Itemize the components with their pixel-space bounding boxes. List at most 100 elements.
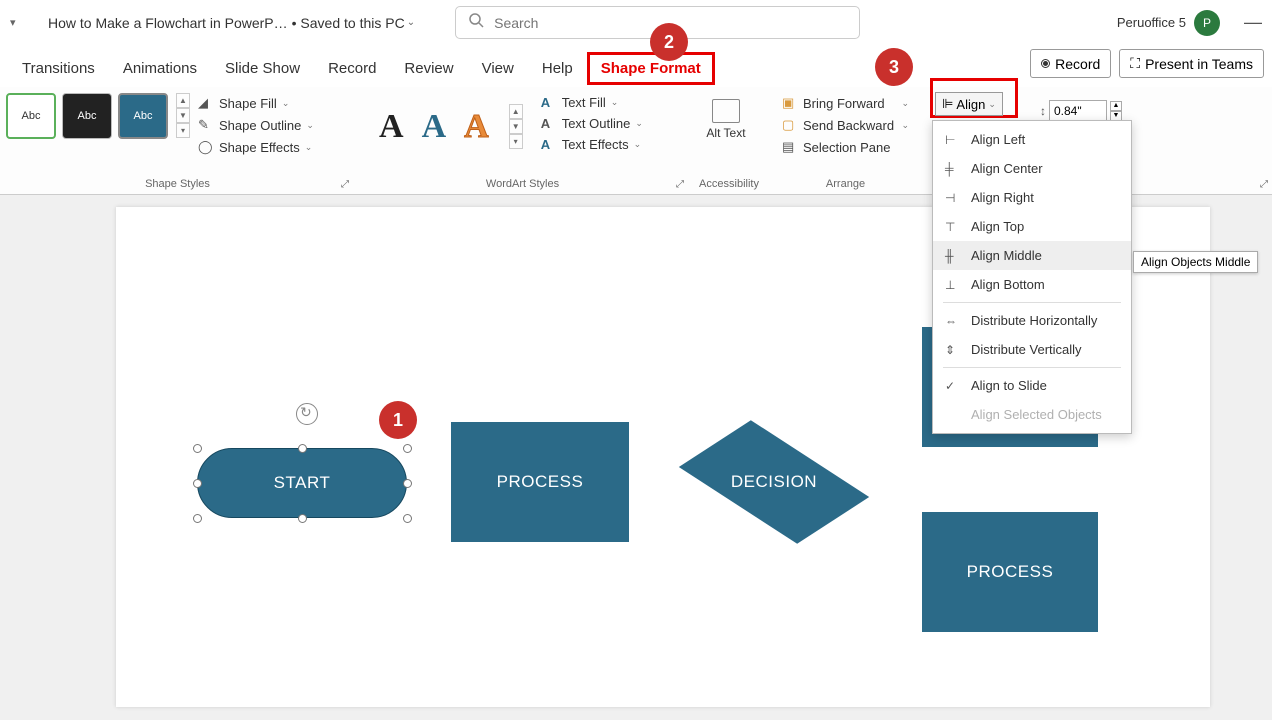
tab-record[interactable]: Record — [314, 52, 390, 85]
bucket-icon: ◢ — [198, 95, 214, 111]
selection-pane-button[interactable]: ▤Selection Pane — [782, 139, 909, 155]
dd-align-center[interactable]: ╪Align Center — [933, 154, 1131, 183]
caret-icon: ⌄ — [901, 98, 909, 109]
dd-align-left[interactable]: ⊢Align Left — [933, 125, 1131, 154]
resize-handle[interactable] — [298, 444, 307, 453]
avatar[interactable]: P — [1194, 10, 1220, 36]
text-fill-button[interactable]: A Text Fill ⌄ — [541, 95, 643, 110]
saved-state[interactable]: • Saved to this PC — [292, 15, 405, 31]
dialog-launcher-icon[interactable]: ⤢ — [676, 179, 684, 190]
scroll-up-icon[interactable]: ▲ — [176, 93, 190, 108]
text-a-icon: A — [541, 95, 557, 110]
resize-handle[interactable] — [193, 479, 202, 488]
height-input[interactable] — [1049, 100, 1107, 122]
shape-fill-button[interactable]: ◢Shape Fill⌄ — [198, 95, 314, 111]
tab-help[interactable]: Help — [528, 52, 587, 85]
layer-down-icon: ▢ — [782, 117, 798, 133]
scroll-up-icon[interactable]: ▲ — [509, 104, 523, 119]
align-button[interactable]: ⊫ Align ⌄ — [935, 92, 1003, 116]
dd-label: Align Selected Objects — [971, 407, 1102, 422]
group-label-wordart: WordArt Styles — [355, 178, 690, 190]
resize-handle[interactable] — [193, 514, 202, 523]
resize-handle[interactable] — [403, 514, 412, 523]
user-name[interactable]: Peruoffice 5 — [1117, 15, 1186, 30]
saved-caret-icon[interactable]: ⌄ — [407, 17, 415, 28]
style-thumb-1[interactable]: Abc — [6, 93, 56, 139]
shape-process-1[interactable]: PROCESS — [451, 422, 629, 542]
tab-view[interactable]: View — [468, 52, 528, 85]
text-effects-label: Text Effects — [562, 137, 629, 152]
dd-label: Distribute Vertically — [971, 342, 1082, 357]
resize-handle[interactable] — [403, 444, 412, 453]
tab-slide-show[interactable]: Slide Show — [211, 52, 314, 85]
rotate-handle-icon[interactable] — [296, 403, 318, 425]
wa-thumb-2[interactable]: A — [422, 108, 447, 146]
size-launcher-icon[interactable]: ⤢ — [1260, 179, 1268, 190]
dist-v-icon: ⇕ — [945, 343, 961, 357]
alt-text-label: Alt Text — [706, 126, 745, 140]
tab-shape-format[interactable]: Shape Format — [587, 52, 715, 85]
minimize-icon[interactable]: — — [1244, 12, 1262, 33]
scroll-down-icon[interactable]: ▼ — [176, 108, 190, 123]
gallery-scroll: ▲ ▼ ▾ — [176, 93, 190, 138]
align-center-icon: ╪ — [945, 162, 961, 176]
style-thumb-3[interactable]: Abc — [118, 93, 168, 139]
text-outline-button[interactable]: AText Outline⌄ — [541, 116, 643, 131]
style-thumb-2[interactable]: Abc — [62, 93, 112, 139]
text-effects-button[interactable]: AText Effects⌄ — [541, 137, 643, 152]
shape-start[interactable]: START — [197, 448, 407, 518]
tab-animations[interactable]: Animations — [109, 52, 211, 85]
send-backward-button[interactable]: ▢Send Backward⌄ — [782, 117, 909, 133]
align-right-icon: ⊣ — [945, 191, 961, 205]
spin-up-icon[interactable]: ▲ — [1110, 101, 1122, 111]
pane-icon: ▤ — [782, 139, 798, 155]
gallery-more-icon[interactable]: ▾ — [176, 123, 190, 138]
dialog-launcher-icon[interactable]: ⤢ — [341, 179, 349, 190]
resize-handle[interactable] — [193, 444, 202, 453]
effects-icon: ◯ — [198, 139, 214, 155]
wa-thumb-3[interactable]: A — [464, 108, 489, 146]
dd-distribute-v[interactable]: ⇕ Distribute Vertically — [933, 335, 1131, 364]
alt-text-icon — [712, 99, 740, 123]
wa-gallery-scroll: ▲ ▼ ▾ — [509, 104, 523, 149]
text-outline-label: Text Outline — [562, 116, 631, 131]
align-label: Align — [956, 97, 985, 112]
wordart-gallery[interactable]: A A A ▲ ▼ ▾ — [361, 93, 533, 152]
qat-caret-icon[interactable]: ▾ — [10, 16, 30, 29]
dd-distribute-h[interactable]: ⇔Distribute Horizontally — [933, 306, 1131, 335]
resize-handle[interactable] — [298, 514, 307, 523]
wa-thumb-1[interactable]: A — [379, 108, 404, 146]
record-icon — [1041, 59, 1050, 68]
dd-align-to-slide[interactable]: ✓Align to Slide — [933, 371, 1131, 400]
dd-align-bottom[interactable]: ⊥Align Bottom — [933, 270, 1131, 299]
callout-3: 3 — [875, 48, 913, 86]
caret-icon: ⌄ — [988, 99, 996, 110]
send-backward-label: Send Backward — [803, 118, 894, 133]
shape-style-gallery[interactable]: Abc Abc Abc ▲ ▼ ▾ — [6, 93, 190, 155]
shape-effects-button[interactable]: ◯Shape Effects⌄ — [198, 139, 314, 155]
teams-icon: ⛶ — [1130, 55, 1140, 72]
scroll-down-icon[interactable]: ▼ — [509, 119, 523, 134]
group-label-arrange: Arrange — [768, 178, 923, 190]
caret-icon: ⌄ — [611, 97, 619, 108]
shape-decision[interactable]: DECISION — [678, 423, 870, 541]
tab-transitions[interactable]: Transitions — [8, 52, 109, 85]
resize-handle[interactable] — [403, 479, 412, 488]
text-fill-label: Text Fill — [562, 95, 606, 110]
dd-align-middle[interactable]: ╫Align Middle — [933, 241, 1131, 270]
alt-text-button[interactable]: Alt Text — [696, 93, 756, 140]
dd-align-right[interactable]: ⊣Align Right — [933, 183, 1131, 212]
bring-forward-button[interactable]: ▣Bring Forward⌄ — [782, 95, 909, 111]
shape-outline-button[interactable]: ✎Shape Outline⌄ — [198, 117, 314, 133]
caret-icon: ⌄ — [305, 142, 313, 153]
group-arrange: ▣Bring Forward⌄ ▢ Send Backward ⌄ ▤Selecti… — [768, 87, 923, 194]
present-teams-button[interactable]: ⛶Present in Teams — [1119, 49, 1264, 78]
group-label-accessibility: Accessibility — [690, 178, 768, 190]
gallery-more-icon[interactable]: ▾ — [509, 134, 523, 149]
dd-align-top[interactable]: ⊤Align Top — [933, 212, 1131, 241]
dd-label: Distribute Horizontally — [971, 313, 1097, 328]
record-button[interactable]: Record — [1030, 49, 1111, 78]
group-shape-styles: Abc Abc Abc ▲ ▼ ▾ ◢Shape Fill⌄ ✎Shape Ou… — [0, 87, 355, 194]
tab-review[interactable]: Review — [390, 52, 467, 85]
shape-process-2[interactable]: PROCESS — [922, 512, 1098, 632]
